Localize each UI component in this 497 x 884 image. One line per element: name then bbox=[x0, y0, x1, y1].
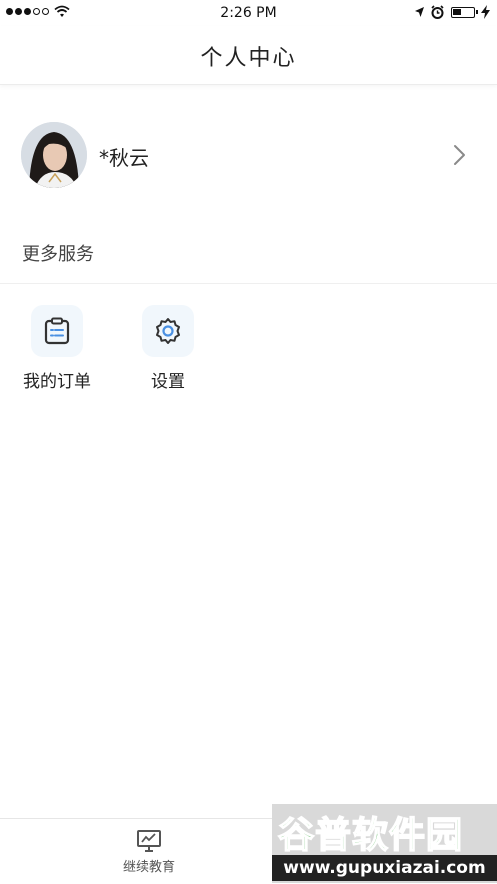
service-my-orders[interactable]: 我的订单 bbox=[17, 305, 97, 392]
profile-row[interactable]: *秋云 bbox=[0, 110, 497, 202]
tab-continuing-education[interactable]: 继续教育 bbox=[110, 829, 188, 875]
navigation-bar: 个人中心 bbox=[0, 26, 497, 85]
service-label: 我的订单 bbox=[23, 372, 91, 392]
watermark-text: 谷普软件园 bbox=[277, 814, 464, 857]
page-title: 个人中心 bbox=[200, 46, 297, 71]
section-divider bbox=[0, 283, 497, 284]
presentation-chart-icon bbox=[137, 830, 161, 852]
watermark-url: www.gupuxiazai.com bbox=[272, 855, 497, 881]
service-label: 设置 bbox=[151, 372, 185, 392]
chevron-right-icon[interactable] bbox=[452, 144, 466, 166]
clipboard-list-icon bbox=[31, 305, 83, 357]
alarm-clock-icon bbox=[431, 5, 444, 19]
gear-icon bbox=[142, 305, 194, 357]
watermark-logo: 谷普软件园 www.gupuxiazai.com bbox=[272, 804, 497, 883]
tab-label: 继续教育 bbox=[122, 860, 175, 875]
battery-icon bbox=[451, 7, 478, 18]
service-settings[interactable]: 设置 bbox=[128, 305, 208, 392]
section-title-more-services: 更多服务 bbox=[22, 244, 94, 265]
location-arrow-icon bbox=[415, 7, 424, 17]
username: *秋云 bbox=[99, 146, 149, 170]
status-bar: 2:26 PM bbox=[0, 0, 497, 26]
user-avatar[interactable] bbox=[21, 122, 87, 188]
charging-bolt-icon bbox=[481, 5, 490, 19]
